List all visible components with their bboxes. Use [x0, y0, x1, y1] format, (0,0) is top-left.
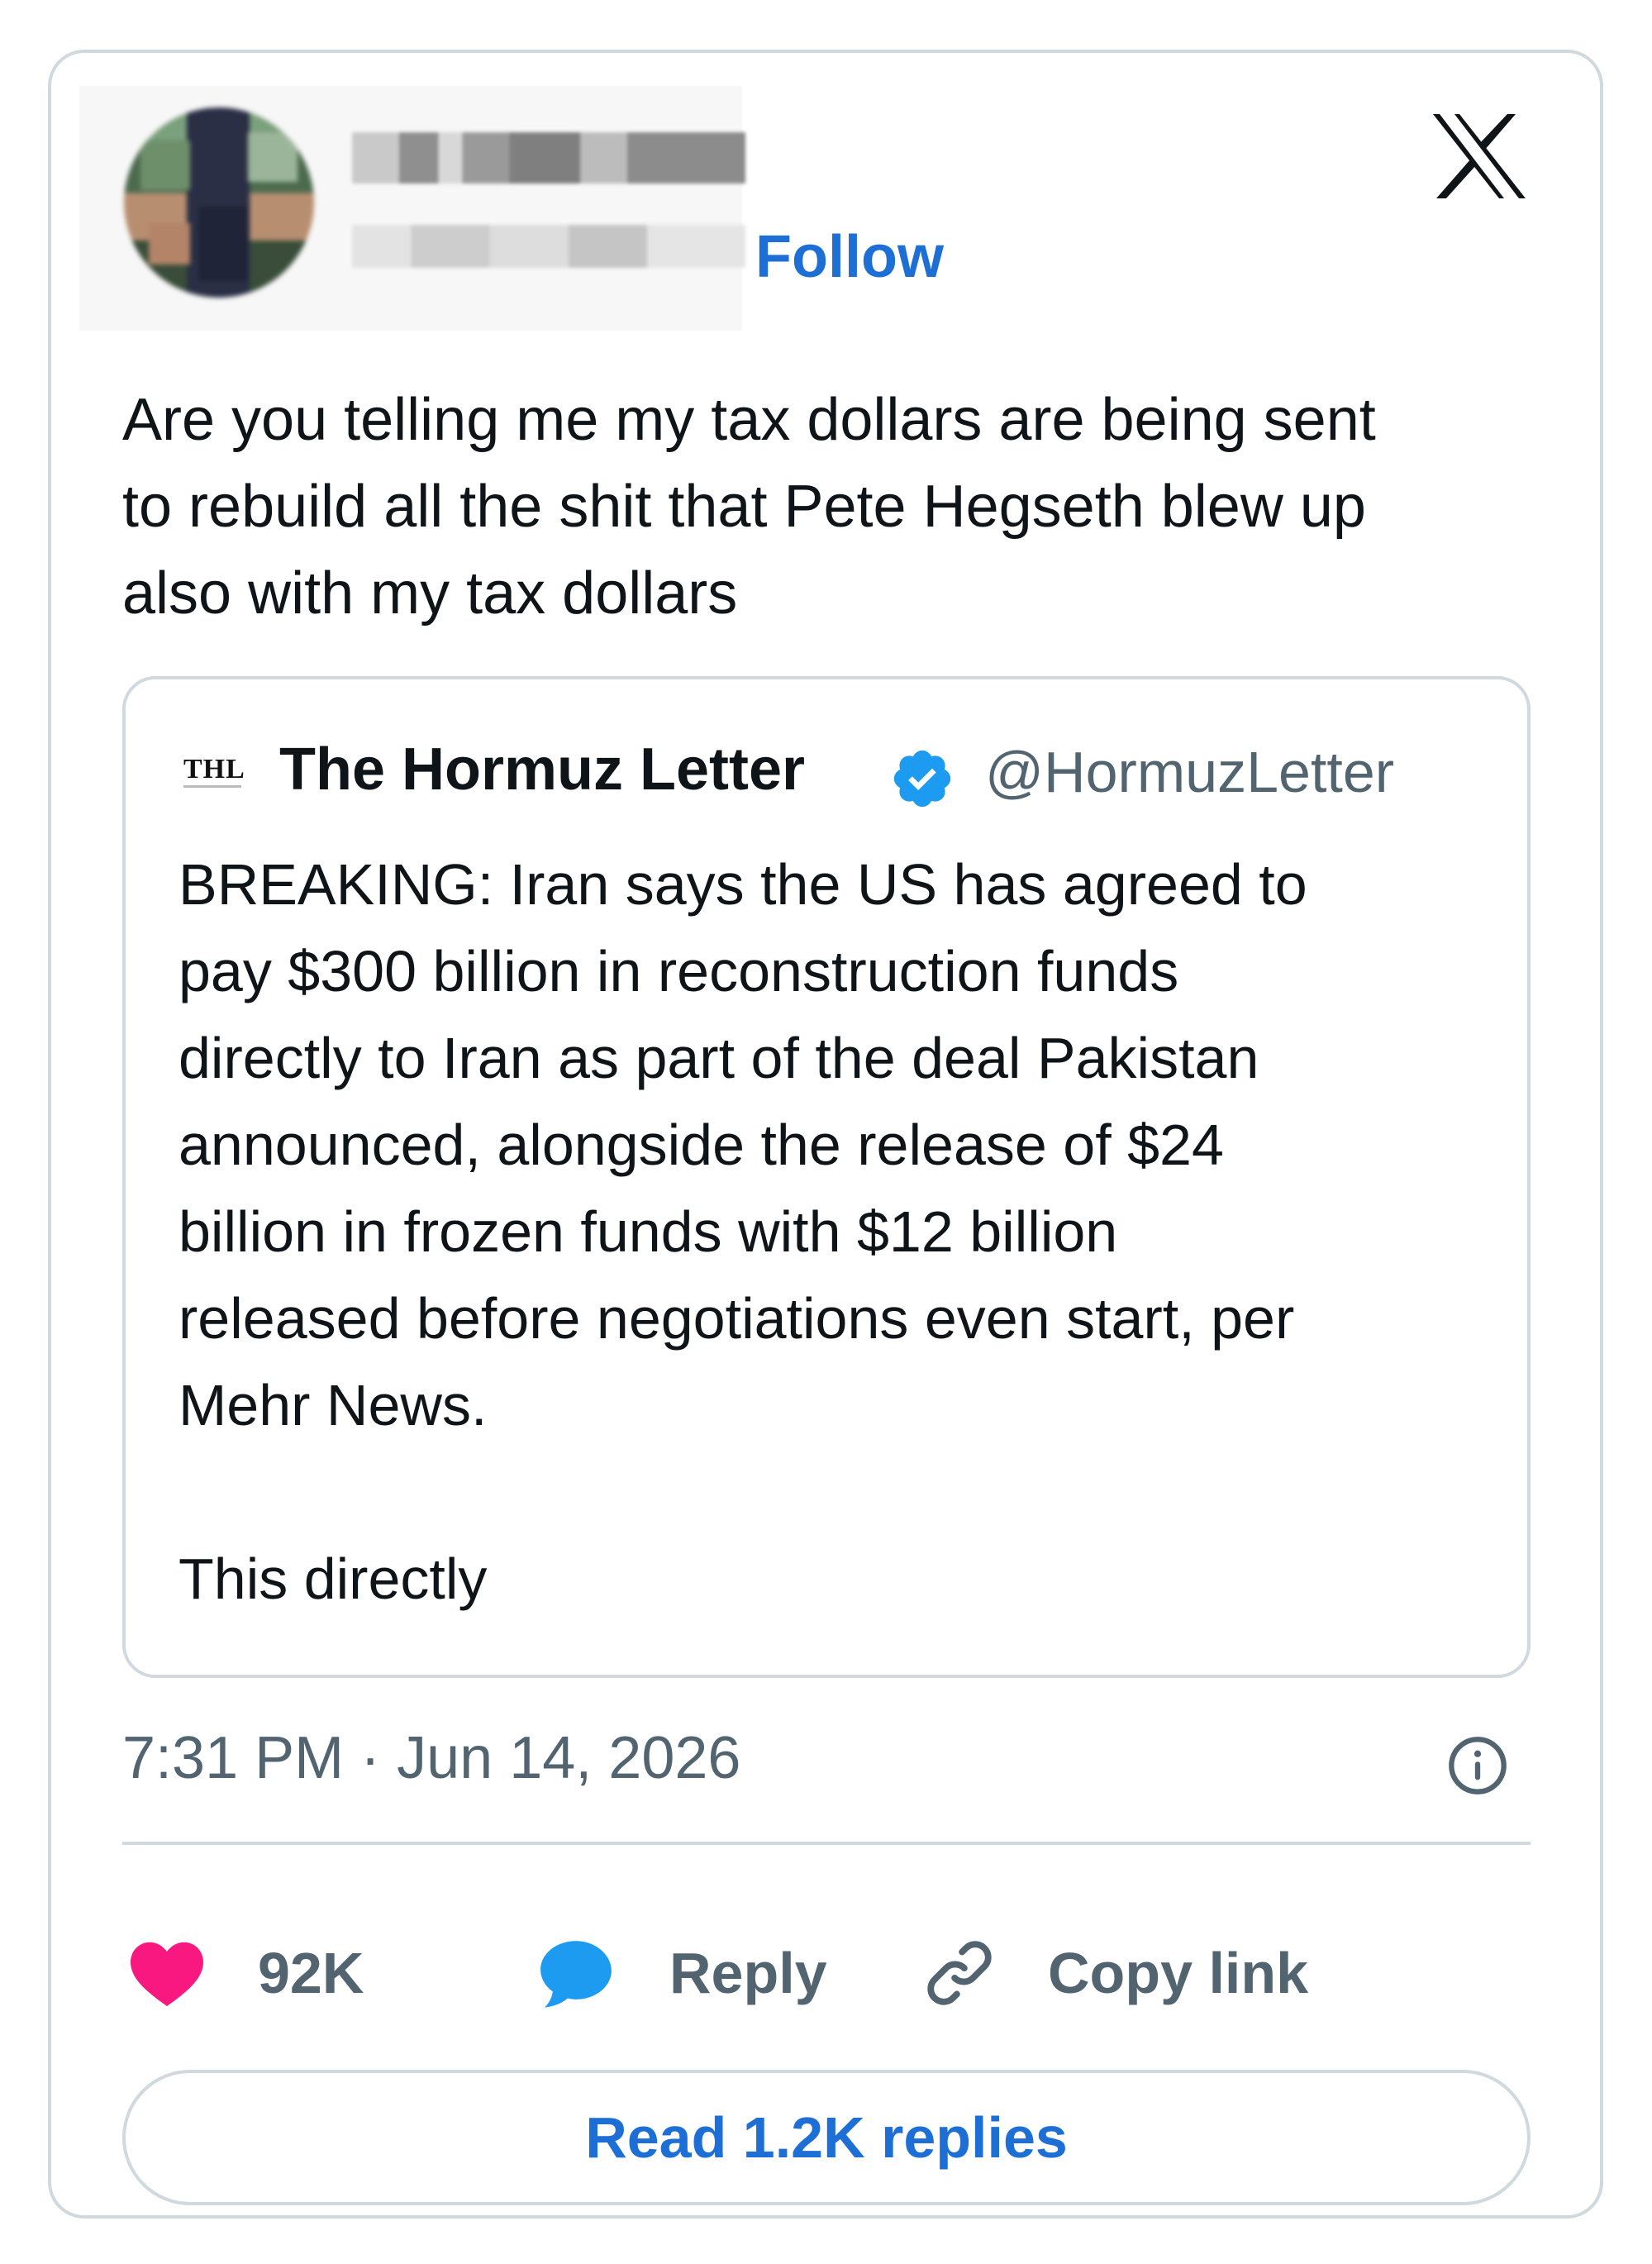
- reply-label: Reply: [669, 1941, 827, 2005]
- heart-icon: [131, 1942, 203, 2006]
- link-icon: [927, 1941, 992, 2005]
- divider: [122, 1842, 1531, 1845]
- copy-link-label: Copy link: [1048, 1941, 1309, 2005]
- quoted-tweet[interactable]: THL The Hormuz Letter @HormuzLetter BREA…: [122, 676, 1531, 1678]
- read-replies-label: Read 1.2K replies: [585, 2105, 1068, 2170]
- avatar[interactable]: [124, 107, 314, 298]
- action-bar: 92K Reply Copy link: [122, 1928, 1531, 2019]
- quote-author-name[interactable]: The Hormuz Letter: [279, 736, 805, 803]
- tweet-card: Follow Are you telling me my tax dollars…: [48, 50, 1603, 2219]
- tweet-text: Are you telling me my tax dollars are be…: [122, 387, 1376, 627]
- verified-badge-icon: [893, 750, 951, 808]
- read-replies-button[interactable]: Read 1.2K replies: [122, 2070, 1531, 2205]
- follow-button[interactable]: Follow: [755, 223, 944, 291]
- author-name-redacted[interactable]: [352, 132, 745, 184]
- quote-avatar-logo[interactable]: THL: [183, 755, 253, 789]
- info-icon[interactable]: [1446, 1734, 1509, 1797]
- quote-author-handle[interactable]: @HormuzLetter: [985, 739, 1394, 805]
- tweet-timestamp[interactable]: 7:31 PM · Jun 14, 2026: [122, 1724, 740, 1792]
- author-handle-redacted[interactable]: [352, 225, 745, 268]
- quote-text: BREAKING: Iran says the US has agreed to…: [179, 852, 1307, 1611]
- reply-button[interactable]: Reply: [536, 1928, 827, 2019]
- like-button[interactable]: 92K: [127, 1928, 364, 2019]
- like-count: 92K: [258, 1941, 364, 2005]
- copy-link-button[interactable]: Copy link: [921, 1928, 1308, 2019]
- x-logo-icon[interactable]: [1430, 111, 1529, 202]
- reply-bubble-icon: [540, 1941, 612, 2008]
- tweet-header: Follow: [51, 53, 1600, 334]
